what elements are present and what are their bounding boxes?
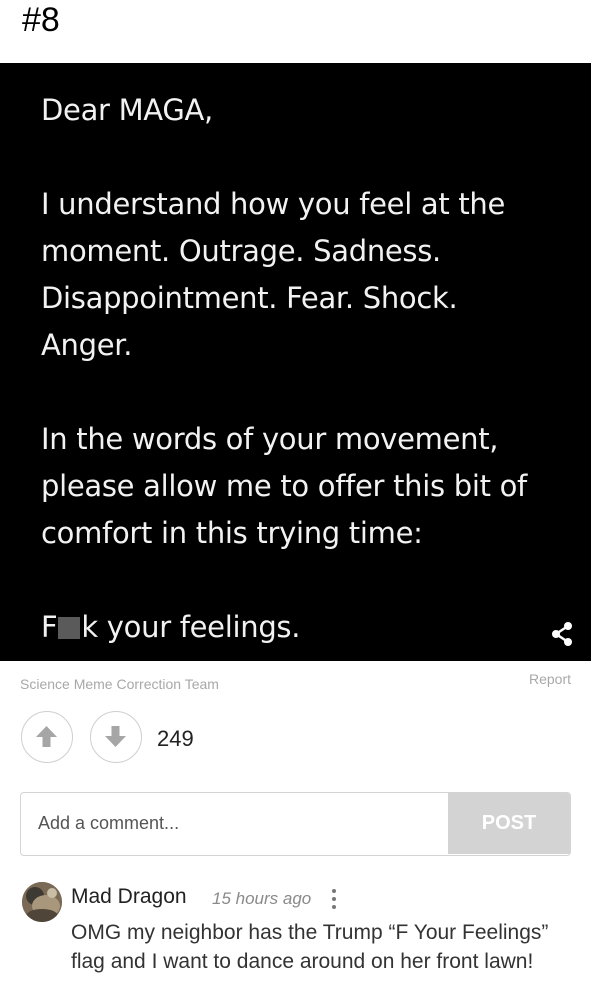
- downvote-button[interactable]: [90, 711, 142, 763]
- meme-spacer: [41, 557, 576, 604]
- meme-text: Dear MAGA, I understand how you feel at …: [41, 87, 576, 651]
- meme-final-line: Fk your feelings.: [41, 604, 576, 651]
- meme-line: moment. Outrage. Sadness.: [41, 234, 441, 268]
- meme-line: In the words of your movement,: [41, 422, 499, 456]
- meme-line: Disappointment. Fear. Shock.: [41, 281, 458, 315]
- meme-line: Anger.: [41, 328, 133, 362]
- censor-block: [58, 617, 81, 639]
- arrow-down-icon: [105, 726, 126, 747]
- meme-image: Dear MAGA, I understand how you feel at …: [0, 63, 591, 661]
- comment-author[interactable]: Mad Dragon: [71, 885, 187, 909]
- item-number: #8: [22, 1, 60, 39]
- avatar[interactable]: [22, 882, 62, 922]
- upvote-button[interactable]: [21, 711, 73, 763]
- meme-line: I understand how you feel at the: [41, 187, 506, 221]
- vote-count: 249: [157, 726, 194, 751]
- source-label: Science Meme Correction Team: [20, 676, 219, 692]
- meme-final-prefix: F: [41, 610, 58, 644]
- share-icon[interactable]: [549, 621, 575, 647]
- report-link[interactable]: Report: [529, 671, 571, 687]
- comment-time: 15 hours ago: [212, 889, 312, 908]
- meme-line: please allow me to offer this bit of: [41, 469, 527, 503]
- post-button[interactable]: POST: [448, 793, 570, 854]
- meme-spacer: [41, 134, 576, 181]
- meme-spacer: [41, 369, 576, 416]
- meme-line: comfort in this trying time:: [41, 516, 423, 550]
- comment-text: OMG my neighbor has the Trump “F Your Fe…: [71, 921, 549, 973]
- comment: Mad Dragon 15 hours ago OMG my neighbor …: [20, 880, 571, 1000]
- comment-form: POST: [20, 792, 571, 856]
- meme-line: Dear MAGA,: [41, 93, 213, 127]
- comment-input[interactable]: [21, 793, 449, 854]
- meme-final-suffix: k your feelings.: [81, 610, 301, 644]
- arrow-up-icon: [36, 726, 57, 747]
- post-page: #8 Dear MAGA, I understand how you feel …: [0, 0, 591, 1000]
- more-options-icon[interactable]: [327, 887, 341, 911]
